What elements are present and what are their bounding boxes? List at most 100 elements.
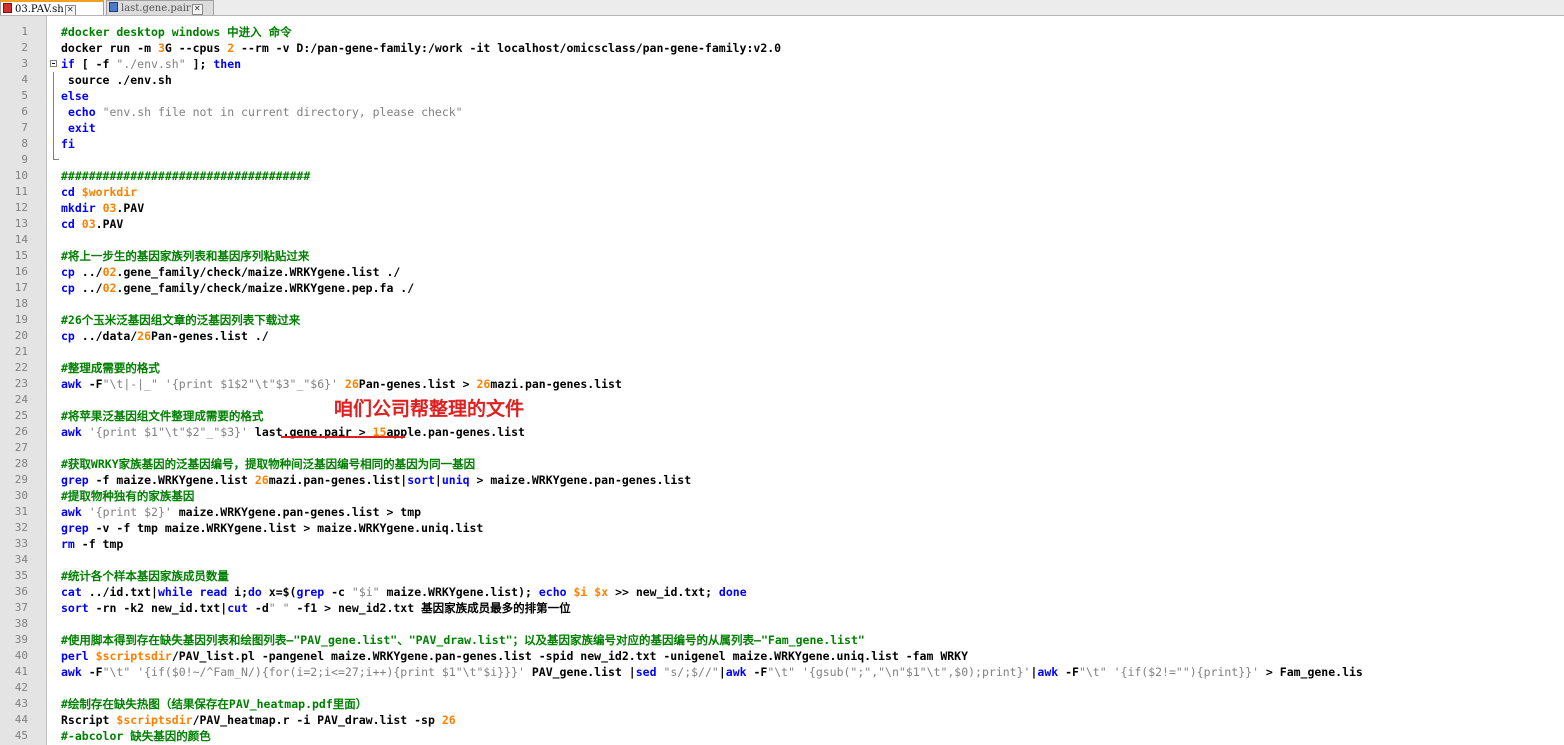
line-number: 39	[14, 633, 28, 646]
code-line[interactable]: 10 ####################################	[0, 168, 1564, 184]
code-line[interactable]: 22 #整理成需要的格式	[0, 360, 1564, 376]
token: 03	[102, 201, 117, 215]
token: ####################################	[61, 169, 311, 183]
code-line[interactable]: 15 #将上一步生的基因家族列表和基因序列粘贴过来	[0, 248, 1564, 264]
token: PAV_gene.list |	[524, 665, 636, 679]
code-editor[interactable]: 1 #docker desktop windows 中进入 命令 2 docker r…	[0, 16, 1564, 745]
token: '{gsub(";","\n"$1"\t",$0);print}'	[801, 665, 1031, 679]
token: -f maize.WRKYgene.list	[88, 473, 255, 487]
token: maize.WRKYgene.list);	[379, 585, 539, 599]
code-line[interactable]: 4 source ./env.sh	[0, 72, 1564, 88]
token: awk	[1037, 665, 1059, 679]
code-line[interactable]: 24	[0, 392, 1564, 408]
token: source ./env.sh	[61, 73, 172, 87]
code-line[interactable]: 43 #绘制存在缺失热图（结果保存在PAV_heatmap.pdf里面）	[0, 696, 1564, 712]
line-number: 43	[14, 697, 28, 710]
line-number: 8	[21, 137, 28, 150]
code-line[interactable]: 33 rm -f tmp	[0, 536, 1564, 552]
line-number: 41	[14, 665, 28, 678]
code-line[interactable]: 27	[0, 440, 1564, 456]
code-line[interactable]: 40 perl $scriptsdir/PAV_list.pl -pangenel…	[0, 648, 1564, 664]
code-line[interactable]: 9	[0, 152, 1564, 168]
code-text: awk -F"\t" '{if($0!~/^Fam_N/){for(i=2;i<…	[61, 664, 1363, 680]
code-line[interactable]: 20 cp ../data/26Pan-genes.list ./	[0, 328, 1564, 344]
code-line[interactable]: 36 cat ../id.txt|while read i;do x=$(grep…	[0, 584, 1564, 600]
code-text: #统计各个样本基因家族成员数量	[61, 568, 229, 584]
line-number: 25	[14, 409, 28, 422]
token: #整理成需要的格式	[61, 361, 160, 375]
tab-03-pav-sh[interactable]: 03.PAV.sh ✕	[0, 0, 104, 15]
code-line[interactable]: 19 #26个玉米泛基因组文章的泛基因列表下载过来	[0, 312, 1564, 328]
token: i;	[227, 585, 248, 599]
code-line[interactable]: 17 cp ../02.gene_family/check/maize.WRKYg…	[0, 280, 1564, 296]
token: -v -f tmp maize.WRKYgene.list > maize.WR…	[88, 521, 484, 535]
token: "\t"	[102, 665, 131, 679]
code-line[interactable]: 35 #统计各个样本基因家族成员数量	[0, 568, 1564, 584]
line-number: 23	[14, 377, 28, 390]
code-line[interactable]: 5 else	[0, 88, 1564, 104]
code-line[interactable]: 28 #获取WRKY家族基因的泛基因编号，提取物种间泛基因编号相同的基因为同一基因	[0, 456, 1564, 472]
token: awk	[61, 665, 82, 679]
token: .gene_family/check/maize.WRKYgene.pep.fa…	[116, 281, 415, 295]
token: '{if($0!~/^Fam_N/){for(i=2;i<=27;i++){pr…	[137, 665, 525, 679]
code-line[interactable]: 29 grep -f maize.WRKYgene.list 26mazi.pan…	[0, 472, 1564, 488]
code-line[interactable]: 44 Rscript $scriptsdir/PAV_heatmap.r -i P…	[0, 712, 1564, 728]
line-number: 5	[21, 89, 28, 102]
code-line[interactable]: 2 docker run -m 3G --cpus 2 --rm -v D:/pa…	[0, 40, 1564, 56]
code-line[interactable]: 16 cp ../02.gene_family/check/maize.WRKYg…	[0, 264, 1564, 280]
token: |	[434, 473, 442, 487]
token: -f tmp	[74, 537, 124, 551]
code-line[interactable]: 30 #提取物种独有的家族基因	[0, 488, 1564, 504]
token: else	[61, 89, 89, 103]
code-line[interactable]: 23 awk -F"\t|-|_" '{print $1$2"\t"$3"_"$6…	[0, 376, 1564, 392]
code-line[interactable]: 42	[0, 680, 1564, 696]
close-icon[interactable]: ✕	[191, 4, 203, 15]
code-line[interactable]: 41 awk -F"\t" '{if($0!~/^Fam_N/){for(i=2;…	[0, 664, 1564, 680]
code-line[interactable]: 6 echo "env.sh file not in current direc…	[0, 104, 1564, 120]
code-line[interactable]: 1 #docker desktop windows 中进入 命令	[0, 24, 1564, 40]
token: "env.sh file not in current directory, p…	[102, 105, 463, 119]
code-line[interactable]: 8 fi	[0, 136, 1564, 152]
token: mazi.pan-genes.list|	[268, 473, 408, 487]
code-line[interactable]: 14	[0, 232, 1564, 248]
code-text: awk '{print $2}' maize.WRKYgene.pan-gene…	[61, 504, 421, 520]
code-line[interactable]: 25 #将苹果泛基因组文件整理成需要的格式	[0, 408, 1564, 424]
code-line[interactable]: 3 if [ -f "./env.sh" ]; then	[0, 56, 1564, 72]
code-text: else	[61, 88, 89, 104]
code-text: Rscript $scriptsdir/PAV_heatmap.r -i PAV…	[61, 712, 456, 728]
line-number: 7	[21, 121, 28, 134]
code-line[interactable]: 26 awk '{print $1"\t"$2"_"$3}' last.gene.…	[0, 424, 1564, 440]
code-line[interactable]: 45 #-abcolor 缺失基因的颜色	[0, 728, 1564, 744]
token: /PAV_heatmap.r -i PAV_draw.list -sp	[192, 713, 442, 727]
token: ../	[74, 265, 103, 279]
code-line[interactable]: 32 grep -v -f tmp maize.WRKYgene.list > m…	[0, 520, 1564, 536]
token: 26	[476, 377, 491, 391]
token: '{print $1$2"\t"$3"_"$6}'	[164, 377, 338, 391]
code-line[interactable]: 21	[0, 344, 1564, 360]
code-line[interactable]: 7 exit	[0, 120, 1564, 136]
line-number: 1	[21, 25, 28, 38]
code-line[interactable]: 18	[0, 296, 1564, 312]
token: $scriptsdir	[95, 649, 172, 663]
tab-last-gene-pair[interactable]: last.gene.pair ✕	[106, 0, 214, 15]
code-line[interactable]: 31 awk '{print $2}' maize.WRKYgene.pan-ge…	[0, 504, 1564, 520]
code-line[interactable]: 12 mkdir 03.PAV	[0, 200, 1564, 216]
code-line[interactable]: 13 cd 03.PAV	[0, 216, 1564, 232]
line-number: 12	[14, 201, 28, 214]
code-line[interactable]: 39 #使用脚本得到存在缺失基因列表和绘图列表—"PAV_gene.list"、"…	[0, 632, 1564, 648]
token: done	[718, 585, 747, 599]
token: sort	[61, 601, 89, 615]
code-text: grep -v -f tmp maize.WRKYgene.list > mai…	[61, 520, 483, 536]
token: cp	[61, 281, 75, 295]
code-line[interactable]: 38	[0, 616, 1564, 632]
code-line[interactable]: 37 sort -rn -k2 new_id.txt|cut -d" " -f1 …	[0, 600, 1564, 616]
code-line[interactable]: 34	[0, 552, 1564, 568]
fold-collapse-icon[interactable]	[50, 60, 57, 67]
code-line[interactable]: 11 cd $workdir	[0, 184, 1564, 200]
close-icon[interactable]: ✕	[64, 5, 76, 15]
token: ../	[74, 281, 103, 295]
